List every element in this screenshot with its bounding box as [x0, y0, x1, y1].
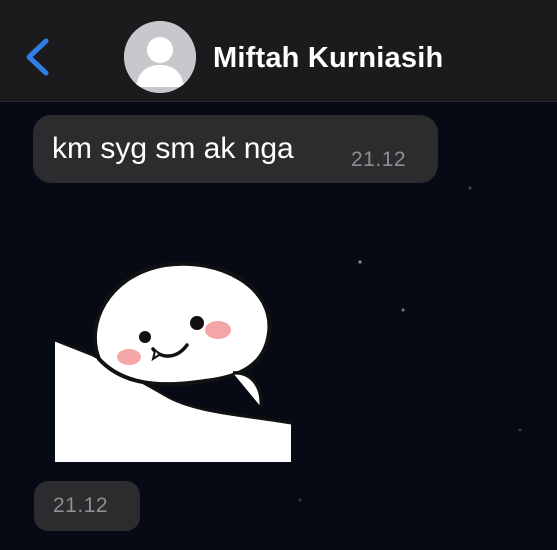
sticker-message[interactable]	[54, 255, 295, 465]
contact-avatar[interactable]	[124, 21, 196, 93]
chevron-left-icon	[26, 38, 49, 76]
contact-name[interactable]: Miftah Kurniasih	[213, 42, 443, 75]
person-silhouette-icon	[124, 21, 196, 93]
sticker-timestamp: 21.12	[53, 494, 109, 517]
smiling-white-blob-sticker	[54, 261, 292, 462]
message-text: km syg sm ak nga	[52, 132, 294, 165]
chat-header: Miftah Kurniasih	[0, 0, 557, 102]
chat-screen: Miftah Kurniasih km syg sm ak nga 21.12 …	[0, 0, 557, 550]
message-timestamp: 21.12	[351, 148, 407, 171]
incoming-message-bubble[interactable]: km syg sm ak nga 21.12	[33, 115, 438, 183]
back-button[interactable]	[18, 33, 58, 81]
sticker-timestamp-pill: 21.12	[34, 481, 140, 531]
